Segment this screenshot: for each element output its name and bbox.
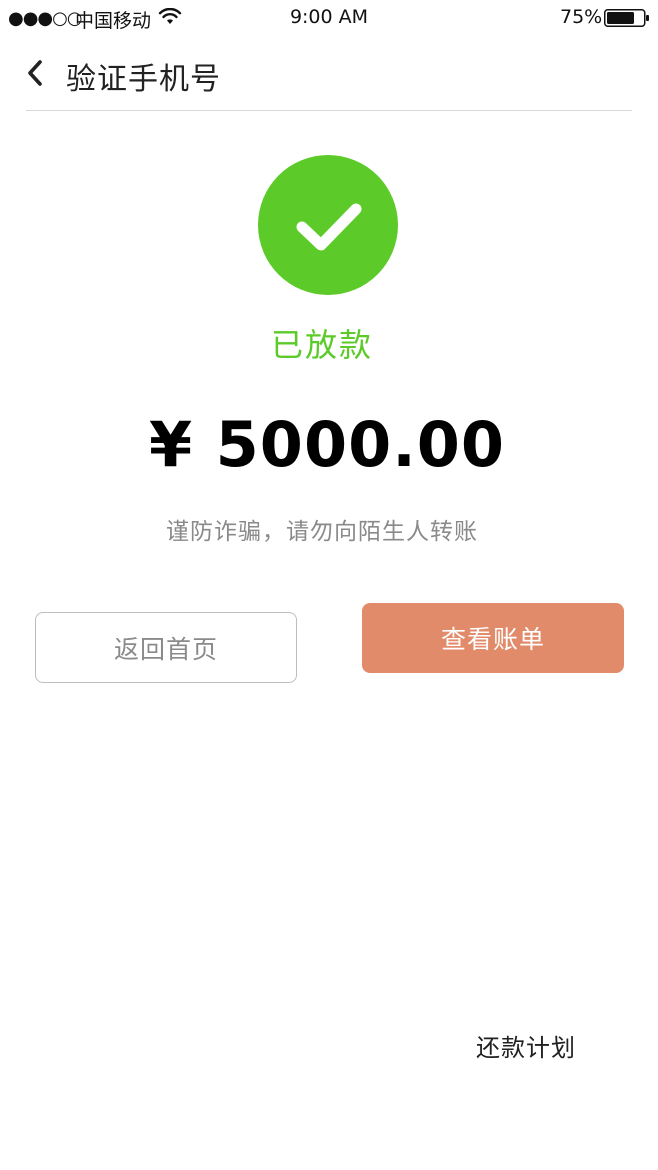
fraud-warning: 谨防诈骗，请勿向陌生人转账 — [166, 519, 478, 545]
page-title: 验证手机号 — [66, 62, 221, 97]
check-circle-icon — [258, 155, 398, 295]
back-arrow-icon[interactable] — [24, 58, 46, 88]
back-to-home-button[interactable]: 返回首页 — [35, 612, 297, 683]
status-bar: ●●●○○ 中国移动 9:00 AM 75% — [0, 0, 658, 36]
battery-percentage: 75% — [560, 6, 603, 28]
navigation-bar: 验证手机号 — [0, 40, 658, 112]
loan-status-text: 已放款 — [270, 326, 373, 364]
loan-amount: ¥ 5000.00 — [148, 408, 506, 481]
view-bill-button[interactable]: 查看账单 — [362, 603, 624, 673]
nav-divider — [26, 110, 632, 111]
repayment-plan-link[interactable]: 还款计划 — [476, 1028, 576, 1063]
battery-icon — [604, 9, 649, 27]
